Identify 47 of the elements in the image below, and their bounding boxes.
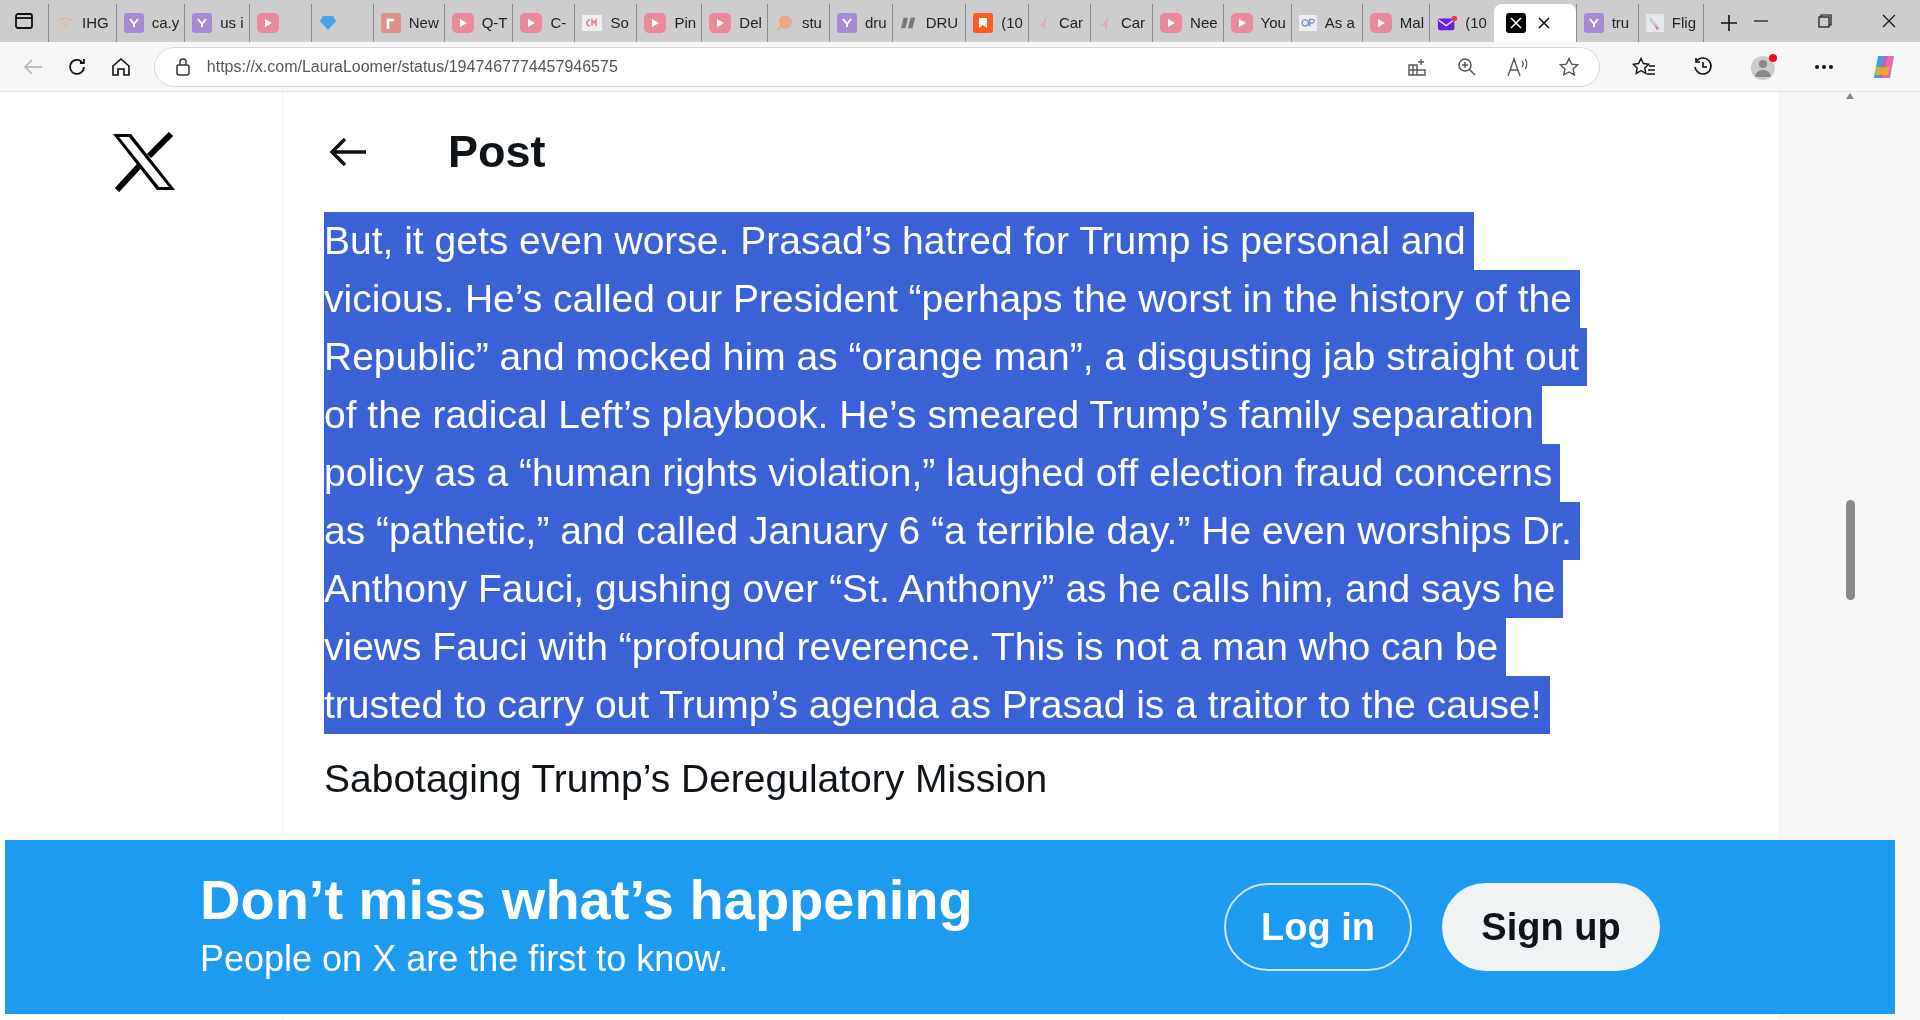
play-icon: [256, 13, 279, 33]
close-icon[interactable]: [1882, 14, 1896, 28]
history-icon[interactable]: [1692, 55, 1714, 78]
gp-logo-icon: [1298, 14, 1317, 32]
play-icon: [709, 13, 732, 33]
home-icon[interactable]: [109, 55, 132, 78]
profile-avatar-icon[interactable]: [1750, 52, 1778, 81]
play-icon: [1369, 13, 1392, 33]
star-icon[interactable]: [1559, 56, 1579, 77]
new-tab-icon[interactable]: [1720, 14, 1738, 32]
play-icon: [451, 13, 474, 33]
more-icon[interactable]: [1814, 63, 1834, 70]
lock-icon: [174, 57, 191, 76]
banner-title: Don’t miss what’s happening: [200, 868, 974, 932]
yahoo-icon: [192, 13, 213, 33]
magnifier-logo-icon: [774, 13, 794, 33]
mail-icon: [1437, 14, 1458, 32]
plane-tail-icon: [1645, 13, 1664, 33]
yahoo-icon: [1583, 13, 1604, 33]
play-icon: [520, 13, 543, 33]
page-title: Post: [448, 125, 546, 180]
browser-tab[interactable]: [1493, 4, 1576, 42]
x-logo-icon: [1505, 13, 1526, 33]
r-logo-icon: [380, 13, 401, 33]
yahoo-icon: [836, 13, 857, 33]
play-icon: [644, 13, 667, 33]
section-heading: Sabotaging Trump’s Deregulatory Mission: [324, 756, 1049, 802]
banner-subtitle: People on X are the first to know.: [200, 937, 730, 981]
address-bar[interactable]: https://x.com/LauraLoomer/status/1947467774457946575: [153, 46, 1600, 87]
favorites-icon[interactable]: [1632, 56, 1656, 77]
bookmark-icon: [973, 13, 994, 33]
read-aloud-icon[interactable]: [1507, 56, 1529, 77]
scrollbar-thumb[interactable]: [1845, 500, 1855, 600]
back-arrow-icon[interactable]: [328, 136, 368, 168]
play-icon: [1230, 13, 1253, 33]
gem-icon: [318, 15, 337, 31]
restore-icon[interactable]: [1818, 14, 1832, 28]
yahoo-icon: [123, 13, 144, 33]
close-tab-icon[interactable]: [1537, 17, 1550, 29]
zoom-icon[interactable]: [1457, 56, 1477, 77]
x-logo-icon[interactable]: [110, 132, 177, 192]
signup-button[interactable]: Sign up: [1442, 883, 1660, 971]
play-icon: [1160, 13, 1183, 33]
apps-icon[interactable]: [1407, 56, 1427, 77]
cm-logo-icon: [582, 15, 603, 31]
tab-actions-icon[interactable]: [14, 11, 34, 31]
dr-logo-icon: [899, 16, 918, 30]
